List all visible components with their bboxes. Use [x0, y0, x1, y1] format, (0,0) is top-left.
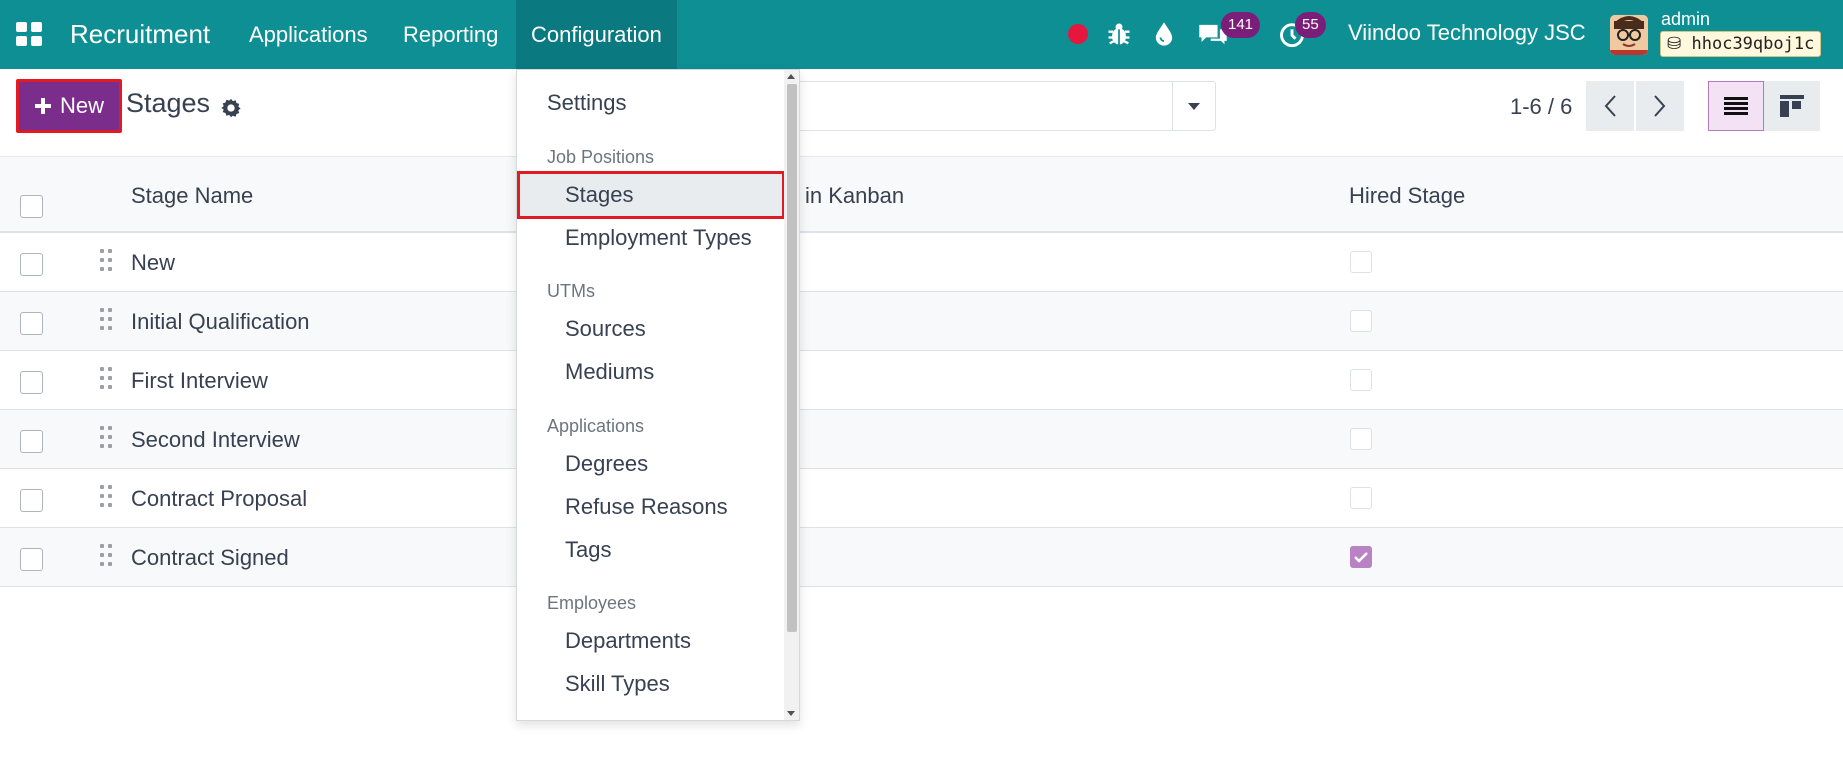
hired-stage-checkbox[interactable] [1350, 251, 1372, 273]
database-icon: ⛁ [1667, 34, 1682, 54]
section-header-employees: Employees [547, 593, 637, 613]
database-badge: ⛁ hhoc39qboj1c [1660, 31, 1822, 57]
list-view-button[interactable] [1708, 81, 1764, 131]
hired-stage-checkbox[interactable] [1350, 428, 1372, 450]
stage-name-cell: Initial Qualification [131, 309, 310, 334]
scroll-down-arrow-icon[interactable] [787, 711, 795, 716]
app-brand[interactable]: Recruitment [70, 19, 210, 50]
table-header: Stage Name in Kanban Hired Stage [0, 157, 1843, 233]
table-row[interactable]: New [0, 233, 1843, 292]
scroll-up-arrow-icon[interactable] [787, 74, 795, 79]
drag-handle-icon[interactable] [100, 367, 112, 391]
drag-handle-icon[interactable] [100, 426, 112, 450]
stage-name-cell: Contract Signed [131, 545, 289, 570]
pager-next-button[interactable] [1636, 81, 1684, 131]
user-avatar[interactable] [1610, 15, 1648, 55]
table-row[interactable]: First Interview [0, 351, 1843, 410]
section-header-applications: Applications [547, 416, 645, 436]
drag-handle-icon[interactable] [100, 308, 112, 332]
table-row[interactable]: Contract Proposal [0, 469, 1843, 528]
menu-item-tags[interactable]: Tags [565, 537, 611, 563]
stage-name-cell: New [131, 250, 176, 275]
hired-stage-checkbox[interactable] [1350, 546, 1372, 568]
droplet-icon[interactable] [1150, 20, 1178, 48]
stage-name-cell: First Interview [131, 368, 268, 393]
row-checkbox[interactable] [20, 253, 43, 276]
apps-menu-icon[interactable] [16, 22, 42, 46]
dropdown-scrollbar[interactable] [784, 70, 799, 720]
stage-name-cell: Contract Proposal [131, 486, 308, 511]
menu-item-settings[interactable]: Settings [547, 90, 627, 116]
row-checkbox[interactable] [20, 489, 43, 512]
menu-item-mediums[interactable]: Mediums [565, 359, 654, 385]
column-in-kanban[interactable]: in Kanban [805, 183, 904, 209]
configuration-dropdown-menu: Settings Job Positions Stages Employment… [516, 69, 800, 721]
menu-item-sources[interactable]: Sources [565, 316, 646, 342]
list-icon [1724, 97, 1748, 115]
section-header-utms: UTMs [547, 281, 595, 301]
hired-stage-checkbox[interactable] [1350, 369, 1372, 391]
chevron-right-icon [1654, 95, 1666, 117]
activities-count-badge: 55 [1295, 12, 1326, 38]
user-name[interactable]: admin [1661, 9, 1710, 30]
drag-handle-icon[interactable] [100, 544, 112, 568]
column-stage-name[interactable]: Stage Name [131, 183, 253, 209]
section-header-job-positions: Job Positions [547, 147, 655, 167]
menu-item-stages[interactable]: Stages [565, 182, 634, 208]
row-checkbox[interactable] [20, 548, 43, 571]
menu-applications[interactable]: Applications [234, 0, 383, 69]
menu-configuration[interactable]: Configuration [516, 0, 677, 69]
stage-name-cell: Second Interview [131, 427, 300, 452]
scrollbar-thumb[interactable] [787, 84, 797, 632]
hired-stage-checkbox[interactable] [1350, 487, 1372, 509]
menu-reporting[interactable]: Reporting [388, 0, 513, 69]
checkmark-icon [1354, 552, 1368, 563]
drag-handle-icon[interactable] [100, 485, 112, 509]
menu-item-departments[interactable]: Departments [565, 628, 691, 654]
pager-previous-button[interactable] [1586, 81, 1634, 131]
table-row[interactable]: Second Interview [0, 410, 1843, 469]
stages-highlight-box [517, 171, 785, 219]
control-panel: New Stages 1-6 / 6 [0, 69, 1843, 157]
company-switcher[interactable]: Viindoo Technology JSC [1348, 20, 1586, 46]
kanban-icon [1780, 95, 1804, 117]
menu-item-degrees[interactable]: Degrees [565, 451, 648, 477]
recording-indicator-icon[interactable] [1068, 24, 1088, 44]
table-row[interactable]: Initial Qualification [0, 292, 1843, 351]
new-button-label: New [59, 93, 104, 118]
gear-icon[interactable] [220, 97, 242, 119]
search-options-toggle[interactable] [1172, 81, 1216, 131]
bug-icon[interactable] [1105, 20, 1133, 48]
hired-stage-checkbox[interactable] [1350, 310, 1372, 332]
stages-list: Stage Name in Kanban Hired Stage New Ini… [0, 157, 1843, 587]
page-title: Stages [126, 88, 211, 118]
row-checkbox[interactable] [20, 312, 43, 335]
row-checkbox[interactable] [20, 430, 43, 453]
messages-count-badge: 141 [1221, 12, 1261, 38]
table-row[interactable]: Contract Signed [0, 528, 1843, 587]
drag-handle-icon[interactable] [100, 249, 112, 273]
new-button[interactable]: New [16, 79, 122, 133]
top-navbar: Recruitment Applications Reporting Confi… [0, 0, 1843, 69]
row-checkbox[interactable] [20, 371, 43, 394]
table-body: New Initial Qualification First Intervie… [0, 233, 1843, 587]
pager-value[interactable]: 1-6 / 6 [1510, 94, 1572, 120]
menu-item-skill-types[interactable]: Skill Types [565, 671, 670, 697]
plus-icon [34, 98, 51, 114]
menu-item-employment-types[interactable]: Employment Types [565, 225, 752, 251]
database-name: hhoc39qboj1c [1691, 34, 1815, 54]
menu-item-refuse-reasons[interactable]: Refuse Reasons [565, 494, 728, 520]
caret-down-icon [1188, 103, 1200, 110]
select-all-checkbox[interactable] [20, 195, 43, 218]
column-hired-stage[interactable]: Hired Stage [1349, 183, 1465, 209]
chevron-left-icon [1604, 95, 1616, 117]
kanban-view-button[interactable] [1764, 81, 1820, 131]
